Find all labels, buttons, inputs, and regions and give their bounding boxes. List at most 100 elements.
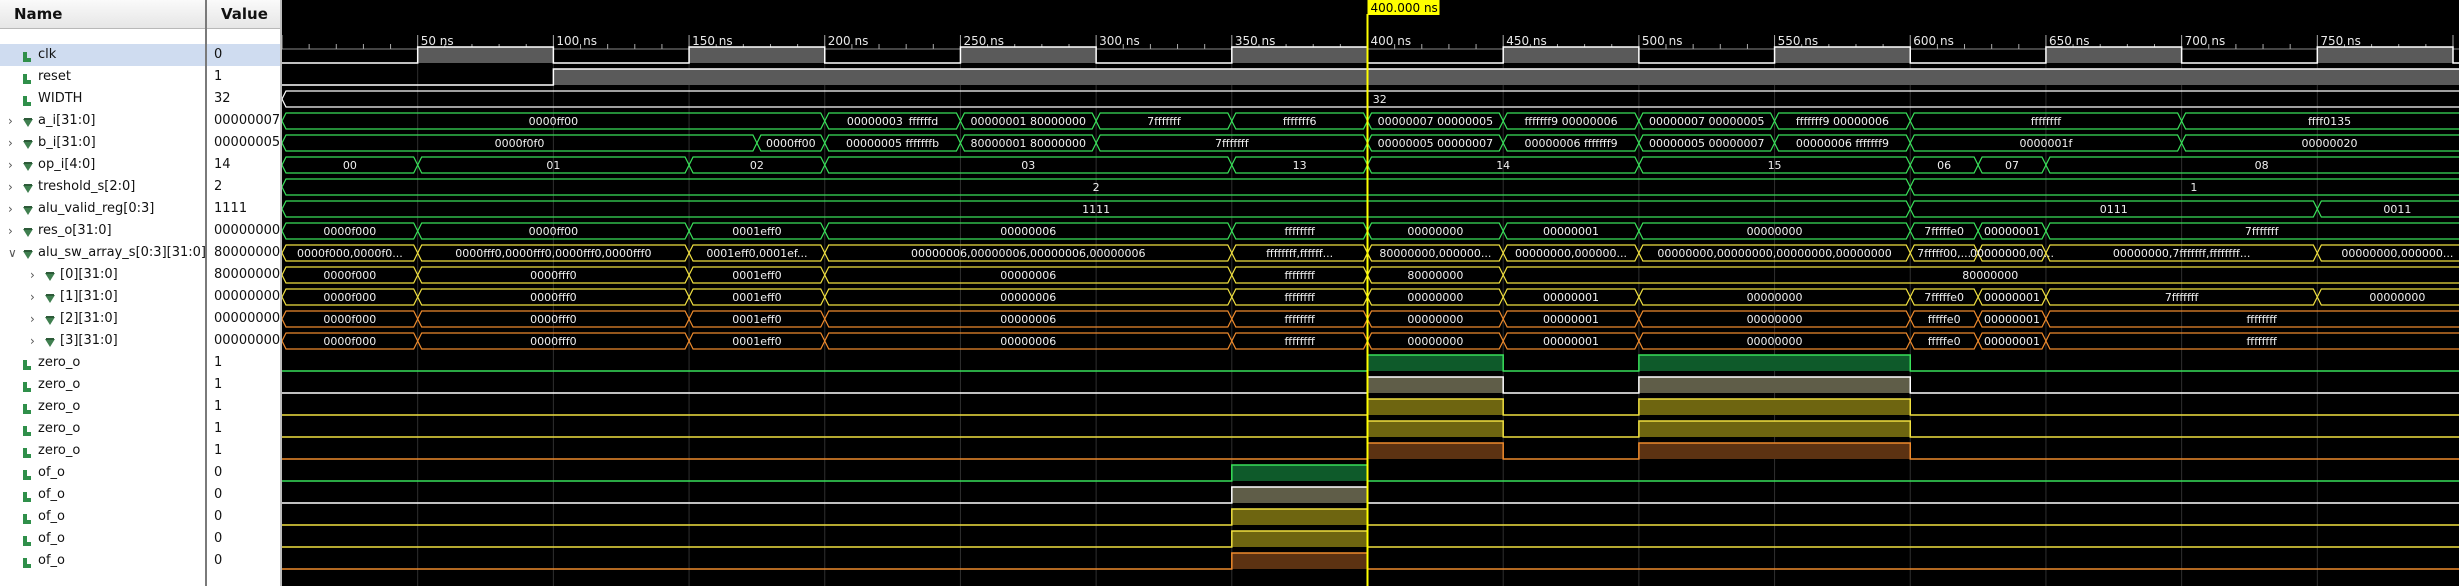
signal-row[interactable]: › op_i[4:0] (0, 154, 205, 176)
signal-row[interactable]: › [0][31:0] (0, 264, 205, 286)
signal-value-row[interactable]: 80000000 (207, 242, 280, 264)
signal-value: 00000005 (214, 135, 281, 150)
bit-high-fill (1367, 443, 1504, 459)
bus-value-label: 80000000,000000... (1379, 247, 1491, 260)
expand-arrow-icon[interactable]: › (30, 264, 35, 286)
signal-value-row[interactable]: 0 (207, 550, 280, 572)
signal-value-row[interactable]: 00000000 (207, 308, 280, 330)
signal-value-row[interactable]: 2 (207, 176, 280, 198)
bit-high-fill (1231, 465, 1368, 481)
bus-value-label: 0000fff0 (530, 335, 576, 348)
name-column-header[interactable]: Name (0, 0, 205, 29)
signal-value-row[interactable]: 80000000 (207, 264, 280, 286)
bus-value-label: 0000001f (2020, 137, 2074, 150)
signal-value-row[interactable]: 0 (207, 528, 280, 550)
signal-value-row[interactable]: 0 (207, 462, 280, 484)
signal-value-row[interactable]: 1 (207, 440, 280, 462)
expand-arrow-icon[interactable]: › (8, 154, 13, 176)
clock-high-fill (2045, 47, 2182, 63)
signal-row[interactable]: › a_i[31:0] (0, 110, 205, 132)
signal-row[interactable]: reset (0, 66, 205, 88)
expand-arrow-icon[interactable]: › (8, 132, 13, 154)
waveform-row: 00 01 02 03 13 14 15 06 07 08 (282, 156, 2459, 174)
signal-row[interactable]: of_o (0, 462, 205, 484)
bus-value-label: 0001eff0 (732, 291, 781, 304)
clock-high-fill (689, 47, 825, 63)
bus-value-label: 03 (1021, 159, 1035, 172)
signal-row[interactable]: › [3][31:0] (0, 330, 205, 352)
signal-value-row[interactable]: 00000007 (207, 110, 280, 132)
signal-value-row[interactable]: 00000005 (207, 132, 280, 154)
signal-name-panel: Name clk reset WIDTH › a_i[31:0] › b_i[31:0] › o… (0, 0, 206, 586)
signal-row[interactable]: of_o (0, 528, 205, 550)
bus-value-label: 00000000,00... (1970, 247, 2054, 260)
bus-value-label: 0000ff00 (529, 225, 579, 238)
expand-arrow-icon[interactable]: › (8, 176, 13, 198)
signal-row[interactable]: of_o (0, 506, 205, 528)
signal-value-row[interactable]: 1 (207, 396, 280, 418)
signal-row[interactable]: › alu_valid_reg[0:3] (0, 198, 205, 220)
collapse-arrow-icon[interactable]: ∨ (8, 242, 17, 264)
signal-value-row[interactable]: 0 (207, 484, 280, 506)
signal-row[interactable]: WIDTH (0, 88, 205, 110)
expand-arrow-icon[interactable]: › (30, 286, 35, 308)
timeline-label: 50 ns (421, 34, 454, 48)
bit-icon (22, 49, 32, 62)
signal-value-row[interactable]: 0 (207, 44, 280, 66)
bus-value-label: 00000006 fffffff9 (1796, 137, 1889, 150)
waveform-row: 32 (282, 90, 2459, 108)
signal-name: op_i[4:0] (38, 157, 96, 172)
signal-row[interactable]: zero_o (0, 374, 205, 396)
signal-row[interactable]: clk (0, 44, 205, 66)
signal-row[interactable]: › treshold_s[2:0] (0, 176, 205, 198)
bus-value-label: 00000000 (1747, 313, 1803, 326)
signal-value-row[interactable]: 00000000 (207, 286, 280, 308)
signal-row[interactable]: › b_i[31:0] (0, 132, 205, 154)
signal-row[interactable]: › res_o[31:0] (0, 220, 205, 242)
value-column-header[interactable]: Value (207, 0, 280, 29)
signal-value-row[interactable]: 1 (207, 352, 280, 374)
signal-value-row[interactable]: 32 (207, 88, 280, 110)
signal-value-row[interactable]: 00000000 (207, 220, 280, 242)
signal-value-row[interactable]: 1 (207, 66, 280, 88)
expand-arrow-icon[interactable]: › (30, 330, 35, 352)
bus-value-label: 01 (546, 159, 560, 172)
signal-value-row[interactable]: 14 (207, 154, 280, 176)
signal-name: zero_o (38, 421, 81, 436)
bus-value-label: ffffffff (1284, 313, 1315, 326)
expand-arrow-icon[interactable]: › (8, 198, 13, 220)
signal-row[interactable]: ∨ alu_sw_array_s[0:3][31:0] (0, 242, 206, 264)
signal-value-row[interactable]: 1 (207, 374, 280, 396)
signal-value-row[interactable]: 0 (207, 506, 280, 528)
signal-row[interactable]: zero_o (0, 396, 205, 418)
signal-name: zero_o (38, 399, 81, 414)
signal-row[interactable]: zero_o (0, 440, 205, 462)
bit-icon (22, 533, 32, 546)
bus-value-label: 0001eff0 (732, 225, 781, 238)
bit-icon (22, 467, 32, 480)
signal-row[interactable]: zero_o (0, 418, 205, 440)
signal-value-row[interactable]: 1111 (207, 198, 280, 220)
bus-value-label: 00000006 (1000, 269, 1056, 282)
signal-row[interactable]: of_o (0, 484, 205, 506)
signal-name: [2][31:0] (60, 311, 118, 326)
bus-value-label: 00000007 00000005 (1649, 115, 1764, 128)
waveform-canvas[interactable]: 50 ns 100 ns 150 ns 200 ns 250 ns 300 ns 350 n… (282, 0, 2459, 586)
signal-name: [1][31:0] (60, 289, 118, 304)
signal-row[interactable]: › [2][31:0] (0, 308, 205, 330)
waveform-row: 0000f000 0000ff00 0001eff0 00000006 ffffffff… (282, 222, 2459, 240)
expand-arrow-icon[interactable]: › (8, 220, 13, 242)
signal-value-row[interactable]: 00000000 (207, 330, 280, 352)
expand-arrow-icon[interactable]: › (8, 110, 13, 132)
signal-name: zero_o (38, 355, 81, 370)
timeline-label: 350 ns (1235, 34, 1276, 48)
bus-value-label: ffffffff,ffffff... (1266, 247, 1333, 260)
signal-row[interactable]: › [1][31:0] (0, 286, 205, 308)
signal-value-row[interactable]: 1 (207, 418, 280, 440)
bus-value-label: 80000000 (1407, 269, 1463, 282)
signal-row[interactable]: zero_o (0, 352, 205, 374)
signal-name: res_o[31:0] (38, 223, 112, 238)
signal-row[interactable]: of_o (0, 550, 205, 572)
bus-value-label: 00000006 (1000, 335, 1056, 348)
expand-arrow-icon[interactable]: › (30, 308, 35, 330)
